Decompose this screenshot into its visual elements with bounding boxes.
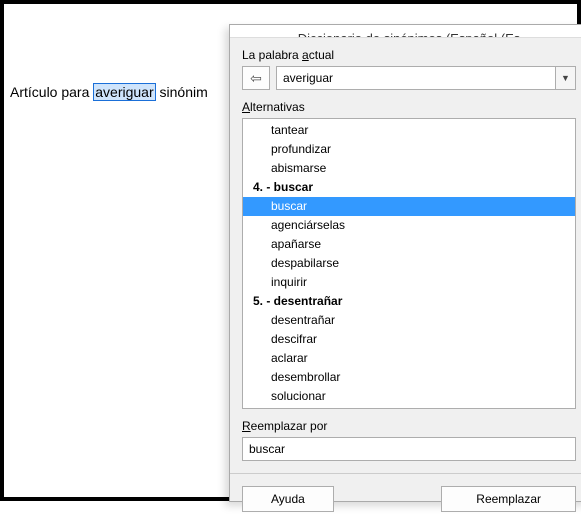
alternatives-label: Alternativas [242, 100, 576, 114]
current-word-input[interactable] [277, 67, 555, 89]
current-word-combo[interactable]: ▼ [276, 66, 576, 90]
button-bar: Ayuda Reemplazar [230, 473, 581, 524]
dialog-body: La palabra actual ⇦ ▼ Alternativas tante… [230, 38, 581, 473]
dialog-title: Diccionario de sinónimos (Español (Es [230, 25, 581, 38]
selected-word[interactable]: averiguar [93, 83, 155, 101]
alternative-item[interactable]: agenciárselas [243, 216, 575, 235]
thesaurus-dialog: Diccionario de sinónimos (Español (Es La… [229, 24, 581, 502]
alternative-item[interactable]: apañarse [243, 235, 575, 254]
alternative-item[interactable]: despabilarse [243, 254, 575, 273]
alternative-item[interactable]: solucionar [243, 387, 575, 406]
replace-input[interactable] [242, 437, 576, 461]
alternative-item[interactable]: aclarar [243, 349, 575, 368]
current-word-row: ⇦ ▼ [242, 66, 576, 90]
alternative-item[interactable]: buscar [243, 197, 575, 216]
alternative-item[interactable]: inquirir [243, 273, 575, 292]
replace-label: Reemplazar por [242, 419, 576, 433]
alternative-item[interactable]: abismarse [243, 159, 575, 178]
alternatives-list[interactable]: tantearprofundizarabismarse4. - buscarbu… [242, 118, 576, 409]
doc-text-after: sinónim [156, 84, 208, 100]
back-button[interactable]: ⇦ [242, 66, 270, 90]
alternative-item[interactable]: tantear [243, 121, 575, 140]
alternative-item[interactable]: desentrañar [243, 311, 575, 330]
dropdown-arrow[interactable]: ▼ [555, 67, 575, 89]
document-text: Artículo para averiguar sinónim [10, 84, 208, 100]
doc-text-before: Artículo para [10, 84, 93, 100]
alternative-group[interactable]: 4. - buscar [243, 178, 575, 197]
alternative-item[interactable]: profundizar [243, 140, 575, 159]
alternative-group[interactable]: 5. - desentrañar [243, 292, 575, 311]
replace-button[interactable]: Reemplazar [441, 486, 576, 512]
current-word-label: La palabra actual [242, 48, 576, 62]
help-button[interactable]: Ayuda [242, 486, 334, 512]
chevron-down-icon: ▼ [561, 73, 570, 83]
alternative-item[interactable]: descifrar [243, 330, 575, 349]
alternative-item[interactable]: desembrollar [243, 368, 575, 387]
back-arrow-icon: ⇦ [250, 70, 262, 87]
